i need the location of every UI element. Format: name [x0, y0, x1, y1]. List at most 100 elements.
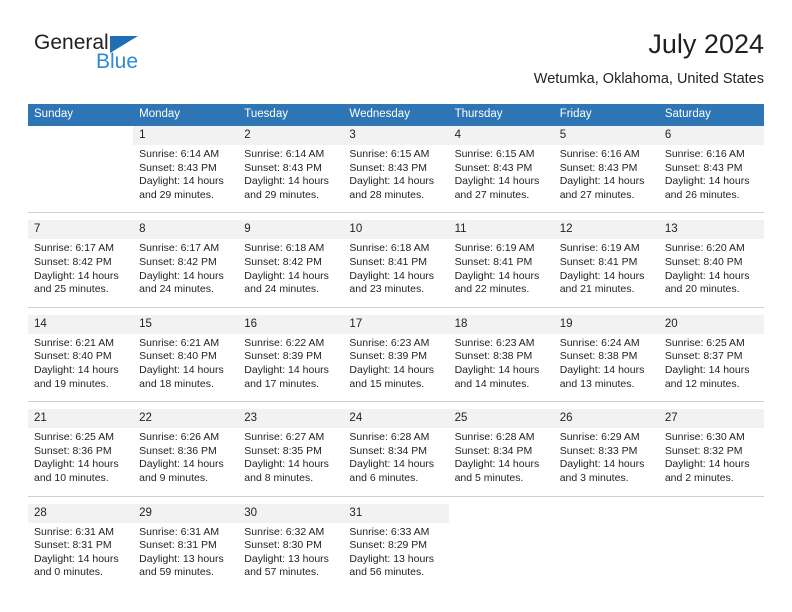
week-separator-cell	[28, 212, 764, 221]
sunrise-text: Sunrise: 6:28 AM	[454, 431, 535, 444]
daylight-text-line2: and 24 minutes.	[244, 283, 319, 296]
daylight-text-line2: and 56 minutes.	[349, 566, 425, 579]
daylight-text-line2: and 17 minutes.	[244, 377, 319, 390]
sunrise-text: Sunrise: 6:16 AM	[664, 148, 745, 160]
sunrise-text: Sunrise: 6:15 AM	[454, 148, 535, 160]
daylight-text-line1: Daylight: 14 hours	[139, 175, 224, 188]
day-number-cell	[28, 126, 134, 145]
sunset-text: Sunset: 8:38 PM	[559, 350, 638, 363]
week-1-details: Sunrise: 6:14 AM Sunset: 8:43 PM Dayligh…	[28, 145, 764, 214]
day-number-cell[interactable]: 14	[28, 314, 134, 334]
daylight-text-line1: Daylight: 14 hours	[34, 363, 119, 376]
day-number-cell[interactable]: 26	[553, 409, 659, 429]
day-detail-cell: Sunrise: 6:14 AM Sunset: 8:43 PM Dayligh…	[133, 145, 239, 214]
weekday-header-wednesday: Wednesday	[343, 104, 449, 126]
sunset-text: Sunset: 8:34 PM	[454, 444, 533, 457]
day-detail-cell: Sunrise: 6:18 AM Sunset: 8:41 PM Dayligh…	[343, 239, 449, 308]
day-number-cell[interactable]: 3	[343, 126, 449, 145]
day-number-cell[interactable]: 6	[658, 126, 764, 145]
sunset-text: Sunset: 8:36 PM	[139, 444, 217, 457]
sunset-text: Sunset: 8:39 PM	[244, 350, 322, 363]
sunset-text: Sunset: 8:35 PM	[244, 444, 322, 457]
sunset-text: Sunset: 8:34 PM	[349, 444, 428, 457]
day-number-cell[interactable]: 10	[343, 220, 449, 240]
day-detail-cell: Sunrise: 6:29 AM Sunset: 8:33 PM Dayligh…	[553, 428, 659, 497]
day-number-cell[interactable]: 18	[448, 314, 554, 334]
day-number-cell[interactable]: 30	[238, 503, 344, 523]
daylight-text-line1: Daylight: 14 hours	[349, 269, 435, 282]
daylight-text-line1: Daylight: 14 hours	[34, 458, 119, 471]
day-detail-cell: Sunrise: 6:16 AM Sunset: 8:43 PM Dayligh…	[553, 145, 659, 214]
daylight-text-line2: and 6 minutes.	[349, 471, 419, 484]
day-number-cell[interactable]: 27	[658, 409, 764, 429]
day-number-cell[interactable]: 8	[133, 220, 239, 240]
day-number-cell[interactable]: 28	[28, 503, 134, 523]
day-number-cell[interactable]: 31	[343, 503, 449, 523]
daylight-text-line2: and 2 minutes.	[664, 471, 734, 484]
day-number-cell[interactable]: 4	[448, 126, 554, 145]
daylight-text-line1: Daylight: 14 hours	[559, 458, 645, 471]
day-number-cell[interactable]: 7	[28, 220, 134, 240]
day-detail-cell: Sunrise: 6:17 AM Sunset: 8:42 PM Dayligh…	[28, 239, 134, 308]
week-3-daynumbers: 14 15 16 17 18 19 20	[28, 314, 764, 334]
daylight-text-line2: and 25 minutes.	[34, 283, 109, 296]
sunrise-text: Sunrise: 6:32 AM	[244, 525, 325, 538]
day-number-cell[interactable]: 11	[448, 220, 554, 240]
sunset-text: Sunset: 8:40 PM	[139, 350, 217, 363]
sunrise-text: Sunrise: 6:29 AM	[559, 431, 640, 444]
sunset-text: Sunset: 8:39 PM	[349, 350, 428, 363]
day-number-cell[interactable]: 21	[28, 409, 134, 429]
daylight-text-line1: Daylight: 14 hours	[454, 175, 540, 188]
day-number-cell[interactable]: 15	[133, 314, 239, 334]
day-number-cell[interactable]: 29	[133, 503, 239, 523]
day-number-cell[interactable]: 13	[658, 220, 764, 240]
day-detail-cell: Sunrise: 6:28 AM Sunset: 8:34 PM Dayligh…	[343, 428, 449, 497]
day-number-cell[interactable]: 16	[238, 314, 344, 334]
day-number-cell[interactable]: 12	[553, 220, 659, 240]
day-number-cell[interactable]: 23	[238, 409, 344, 429]
daylight-text-line2: and 9 minutes.	[139, 471, 209, 484]
sunset-text: Sunset: 8:43 PM	[349, 161, 428, 174]
sunset-text: Sunset: 8:40 PM	[664, 255, 743, 268]
daylight-text-line1: Daylight: 13 hours	[139, 552, 224, 565]
daylight-text-line1: Daylight: 14 hours	[664, 269, 750, 282]
day-number-cell[interactable]: 9	[238, 220, 344, 240]
day-number-cell[interactable]: 22	[133, 409, 239, 429]
daylight-text-line1: Daylight: 14 hours	[454, 363, 540, 376]
daylight-text-line2: and 28 minutes.	[349, 188, 425, 201]
sunrise-text: Sunrise: 6:19 AM	[454, 242, 535, 255]
day-detail-cell: Sunrise: 6:15 AM Sunset: 8:43 PM Dayligh…	[343, 145, 449, 214]
sunset-text: Sunset: 8:36 PM	[34, 444, 112, 457]
day-number-cell[interactable]: 20	[658, 314, 764, 334]
sunset-text: Sunset: 8:43 PM	[559, 161, 638, 174]
daylight-text-line2: and 0 minutes.	[34, 566, 103, 579]
day-detail-cell: Sunrise: 6:32 AM Sunset: 8:30 PM Dayligh…	[238, 522, 344, 590]
day-detail-cell: Sunrise: 6:20 AM Sunset: 8:40 PM Dayligh…	[658, 239, 764, 308]
day-number-cell[interactable]: 2	[238, 126, 344, 145]
sunrise-text: Sunrise: 6:23 AM	[349, 336, 430, 349]
sunrise-text: Sunrise: 6:18 AM	[349, 242, 430, 255]
day-detail-cell: Sunrise: 6:33 AM Sunset: 8:29 PM Dayligh…	[343, 522, 449, 590]
sunset-text: Sunset: 8:42 PM	[244, 255, 322, 268]
day-number-cell[interactable]: 24	[343, 409, 449, 429]
day-detail-cell: Sunrise: 6:23 AM Sunset: 8:39 PM Dayligh…	[343, 333, 449, 403]
week-separator-cell	[28, 496, 764, 504]
day-number-cell[interactable]: 17	[343, 314, 449, 334]
day-number-cell[interactable]: 1	[133, 126, 239, 145]
sunrise-text: Sunrise: 6:17 AM	[139, 242, 220, 255]
day-number-cell[interactable]: 25	[448, 409, 554, 429]
day-number-cell	[658, 503, 764, 523]
daylight-text-line1: Daylight: 13 hours	[349, 552, 435, 565]
day-number-cell[interactable]: 19	[553, 314, 659, 334]
daylight-text-line2: and 18 minutes.	[139, 377, 214, 390]
daylight-text-line2: and 21 minutes.	[559, 283, 635, 296]
sunrise-text: Sunrise: 6:14 AM	[244, 148, 325, 160]
day-detail-cell: Sunrise: 6:25 AM Sunset: 8:36 PM Dayligh…	[28, 428, 134, 497]
week-4-details: Sunrise: 6:25 AM Sunset: 8:36 PM Dayligh…	[28, 428, 764, 497]
day-number-cell[interactable]: 5	[553, 126, 659, 145]
day-number-cell	[553, 503, 659, 523]
sunrise-text: Sunrise: 6:20 AM	[664, 242, 745, 255]
daylight-text-line2: and 15 minutes.	[349, 377, 425, 390]
daylight-text-line1: Daylight: 14 hours	[664, 363, 750, 376]
sunset-text: Sunset: 8:43 PM	[664, 161, 743, 174]
